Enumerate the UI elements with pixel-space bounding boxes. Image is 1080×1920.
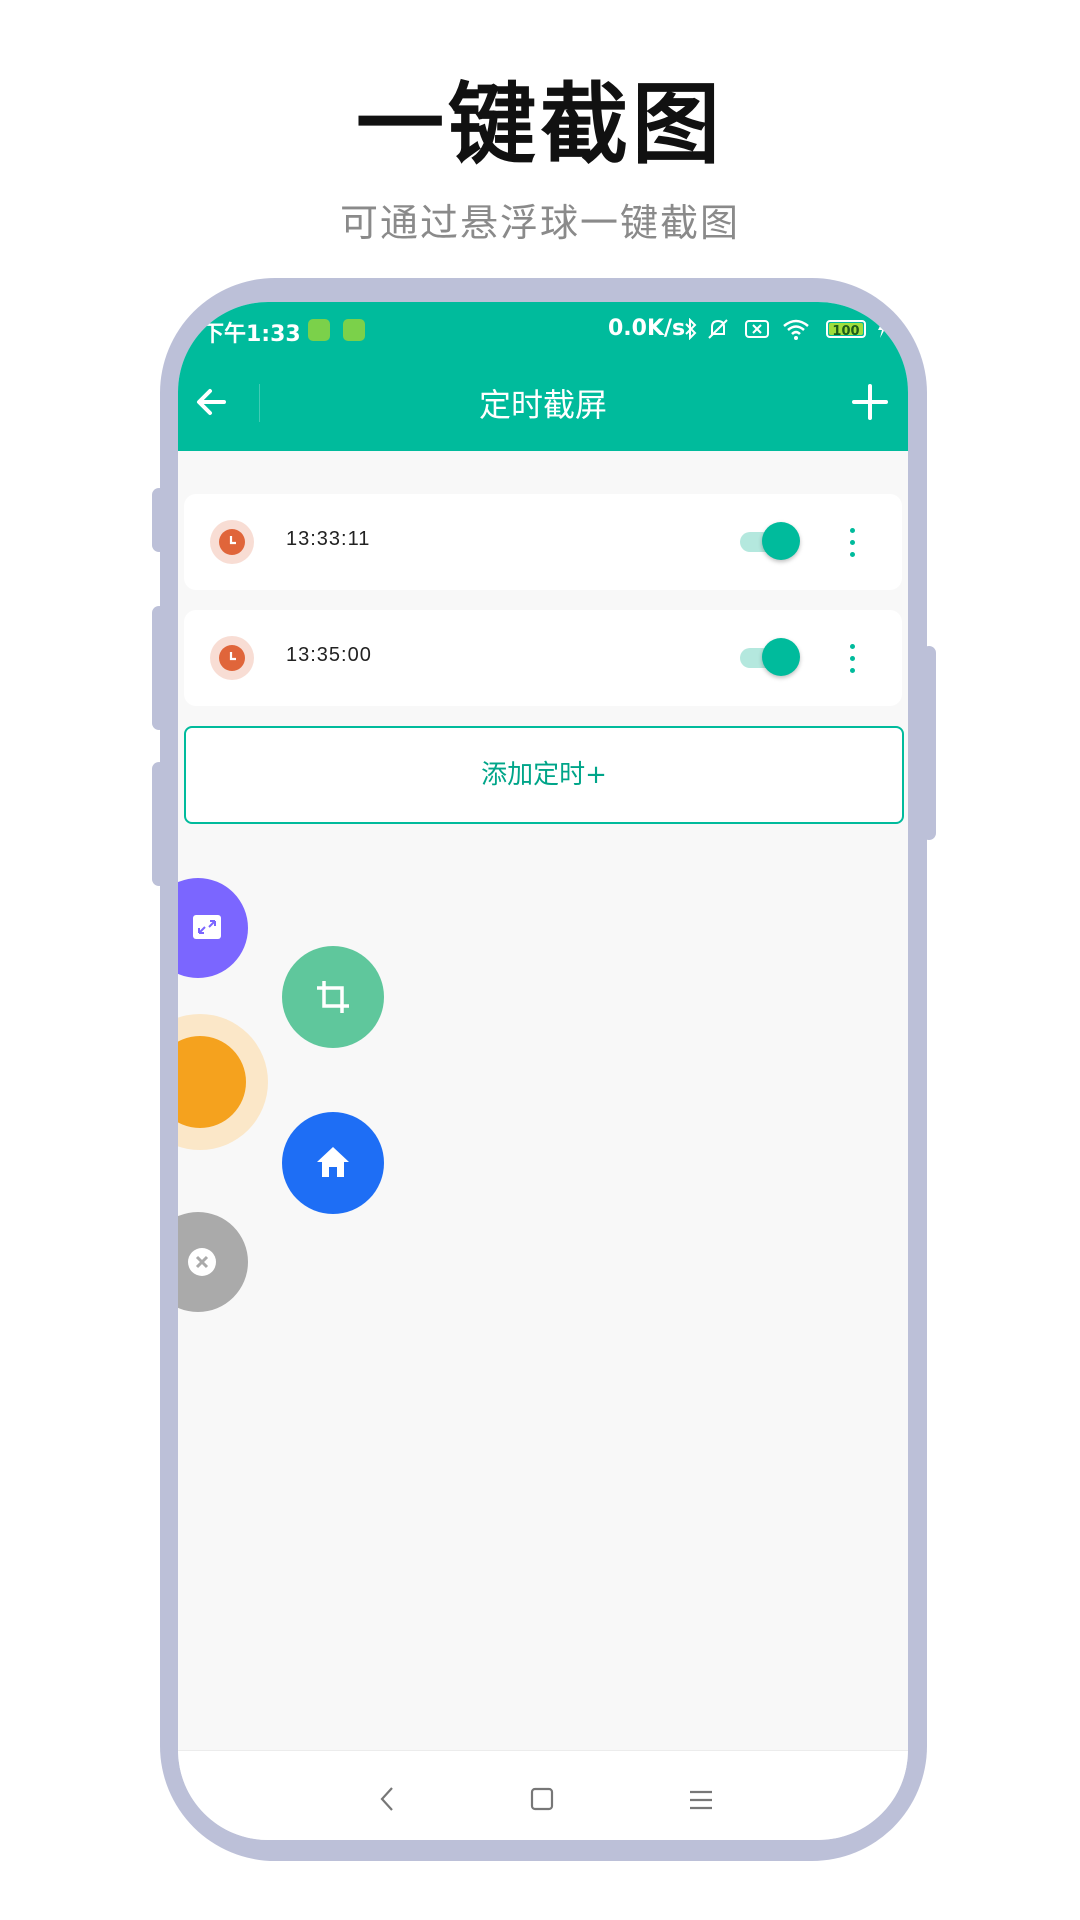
close-icon xyxy=(188,1248,216,1276)
app-bar: 下午1:33 0.0K/s 100 定时截屏 xyxy=(178,302,908,451)
timer-time: 13:33:11 xyxy=(286,528,371,550)
more-dot xyxy=(850,528,855,533)
timer-card[interactable]: 13:33:11 xyxy=(184,494,902,590)
charging-icon xyxy=(878,320,886,338)
more-dot xyxy=(850,656,855,661)
timer-card[interactable]: 13:35:00 xyxy=(184,610,902,706)
timer-toggle[interactable] xyxy=(740,638,800,678)
expand-icon xyxy=(193,915,221,939)
clock-icon xyxy=(210,636,254,680)
sim-icon xyxy=(745,320,769,338)
more-dot xyxy=(850,668,855,673)
nav-back-icon[interactable] xyxy=(378,1785,398,1813)
nav-menu-icon[interactable] xyxy=(688,1789,714,1811)
float-ball-halo xyxy=(178,1014,268,1150)
home-icon xyxy=(317,1147,349,1177)
status-bar: 下午1:33 0.0K/s 100 xyxy=(178,302,908,354)
add-timer-button[interactable]: 添加定时+ xyxy=(184,726,904,824)
toggle-knob xyxy=(762,522,800,560)
home-button[interactable] xyxy=(282,1112,384,1214)
more-dot xyxy=(850,540,855,545)
battery-level: 100 xyxy=(832,324,860,339)
clock-face xyxy=(219,645,245,671)
timer-toggle[interactable] xyxy=(740,522,800,562)
system-nav-bar xyxy=(178,1750,908,1840)
wifi-icon xyxy=(783,319,809,340)
plus-icon[interactable] xyxy=(850,382,890,422)
toggle-knob xyxy=(762,638,800,676)
nav-home-icon[interactable] xyxy=(530,1787,554,1811)
clock-hands xyxy=(229,536,236,545)
phone-screen: 下午1:33 0.0K/s 100 定时截屏 13:33:11 13:35:00… xyxy=(178,302,908,1840)
more-dot xyxy=(850,644,855,649)
clock-icon xyxy=(210,520,254,564)
bluetooth-icon xyxy=(685,318,697,340)
float-ball[interactable] xyxy=(178,1036,246,1128)
app-notification-icon xyxy=(343,319,365,341)
crop-icon xyxy=(317,981,349,1013)
expand-button[interactable] xyxy=(178,878,248,978)
promo-headline: 一键截图 xyxy=(355,73,724,176)
more-vert-icon[interactable] xyxy=(848,644,856,674)
promo-subline: 可通过悬浮球一键截图 xyxy=(339,201,740,245)
timer-time: 13:35:00 xyxy=(286,644,372,666)
net-speed: 0.0K/s xyxy=(608,316,686,341)
app-notification-icon xyxy=(308,319,330,341)
status-time: 下午1:33 xyxy=(202,322,301,347)
mute-icon xyxy=(708,319,728,339)
crop-button[interactable] xyxy=(282,946,384,1048)
more-dot xyxy=(850,552,855,557)
more-vert-icon[interactable] xyxy=(848,528,856,558)
close-button[interactable] xyxy=(178,1212,248,1312)
clock-face xyxy=(219,529,245,555)
battery-icon: 100 xyxy=(826,320,866,339)
page-title: 定时截屏 xyxy=(478,386,607,424)
clock-hands xyxy=(229,652,236,661)
